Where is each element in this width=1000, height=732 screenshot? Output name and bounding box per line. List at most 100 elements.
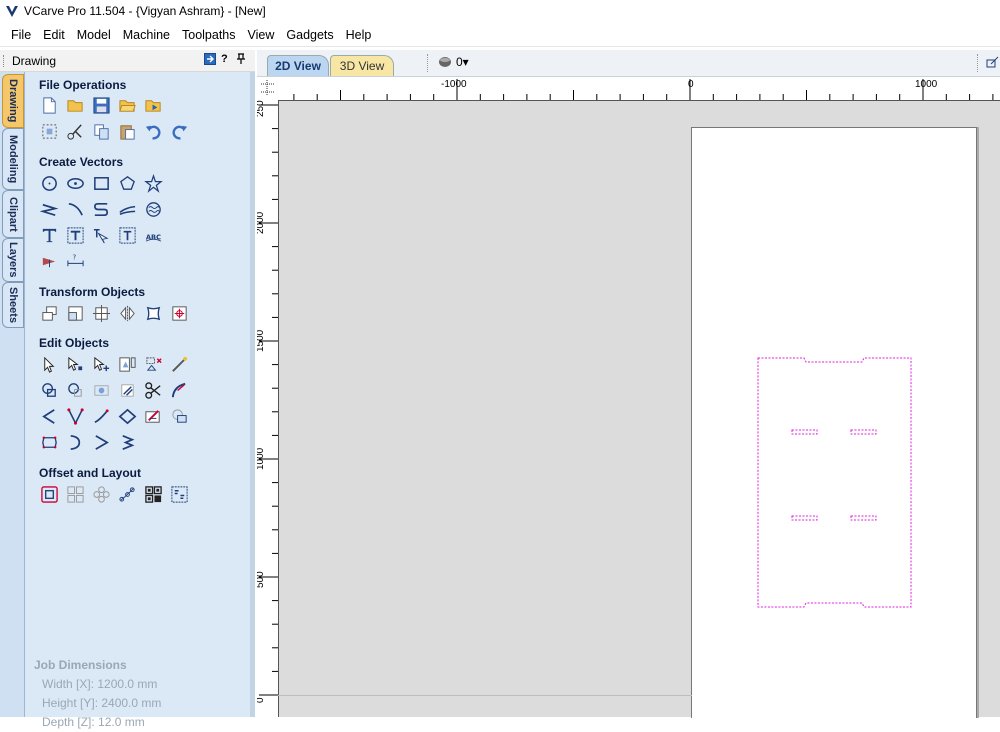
menu-file[interactable]: File — [0, 28, 37, 42]
center-icon[interactable] — [169, 303, 190, 324]
vector-slot-2[interactable] — [850, 429, 877, 435]
menu-help[interactable]: Help — [340, 28, 378, 42]
tab-modeling[interactable]: Modeling — [2, 128, 24, 190]
tab-2d-view[interactable]: 2D View — [267, 55, 329, 76]
bend-icon[interactable] — [117, 406, 138, 427]
undo-icon[interactable] — [143, 121, 164, 142]
circle-icon[interactable] — [39, 173, 60, 194]
trim-icon[interactable] — [117, 380, 138, 401]
intersect-icon[interactable] — [91, 380, 112, 401]
vector-outline[interactable] — [757, 357, 912, 608]
edit-objects-row-3 — [39, 406, 190, 427]
join-icon[interactable] — [39, 432, 60, 453]
measure-icon[interactable]: ? — [65, 251, 86, 272]
polyline-icon[interactable] — [39, 199, 60, 220]
snap-tool-icon[interactable] — [985, 55, 999, 72]
vector-slot-4[interactable] — [850, 515, 877, 521]
menu-gadgets[interactable]: Gadgets — [280, 28, 339, 42]
select-icon[interactable] — [39, 354, 60, 375]
star-icon[interactable] — [143, 173, 164, 194]
tab-sheets[interactable]: Sheets — [2, 282, 24, 328]
new-file-icon[interactable] — [39, 95, 60, 116]
save-icon[interactable] — [91, 95, 112, 116]
spline-icon[interactable] — [117, 199, 138, 220]
extend-icon[interactable] — [91, 406, 112, 427]
text-icon[interactable] — [39, 225, 60, 246]
polygon-icon[interactable] — [117, 173, 138, 194]
ungroup-icon[interactable] — [143, 354, 164, 375]
open-file-icon[interactable] — [65, 95, 86, 116]
close-vectors-icon[interactable] — [169, 406, 190, 427]
subtract-icon[interactable] — [65, 380, 86, 401]
wave-icon[interactable] — [143, 199, 164, 220]
panel-dock-icon[interactable] — [204, 53, 216, 68]
text-on-curve-icon[interactable] — [91, 225, 112, 246]
arrow-icon[interactable] — [65, 432, 86, 453]
align-icon[interactable] — [91, 303, 112, 324]
job-dimensions: Job Dimensions Width [X]: 1200.0 mm Heig… — [34, 656, 161, 732]
job-depth: Depth [Z]: 12.0 mm — [42, 715, 145, 729]
ellipse-icon[interactable] — [65, 173, 86, 194]
tab-drawing[interactable]: Drawing — [2, 74, 24, 128]
circular-array-icon[interactable] — [91, 484, 112, 505]
menu-toolpaths[interactable]: Toolpaths — [176, 28, 242, 42]
create-vectors-row-1 — [39, 173, 164, 194]
ruler-corner[interactable] — [257, 77, 279, 101]
menu-view[interactable]: View — [242, 28, 281, 42]
import-icon[interactable] — [143, 95, 164, 116]
tab-clipart[interactable]: Clipart — [2, 190, 24, 238]
array-copy-icon[interactable] — [65, 484, 86, 505]
panel-help-button[interactable]: ? — [221, 53, 228, 65]
mirror-icon[interactable] — [117, 303, 138, 324]
scale-icon[interactable] — [65, 303, 86, 324]
vector-drawing[interactable] — [750, 350, 920, 615]
text-box-icon[interactable] — [65, 225, 86, 246]
group-icon[interactable] — [117, 354, 138, 375]
v-ruler-label-500: 500 — [257, 571, 266, 588]
offset-vector-icon[interactable] — [39, 484, 60, 505]
app-logo-icon — [4, 3, 20, 19]
dimension-icon[interactable] — [39, 251, 60, 272]
redo-icon[interactable] — [169, 121, 190, 142]
transform-select-icon[interactable] — [91, 354, 112, 375]
path-copy-icon[interactable] — [117, 484, 138, 505]
canvas-origin-line — [278, 695, 692, 696]
copy-icon[interactable] — [91, 121, 112, 142]
move-icon[interactable] — [39, 303, 60, 324]
label-layout-icon[interactable] — [169, 484, 190, 505]
curve-icon[interactable] — [91, 199, 112, 220]
paste-icon[interactable] — [117, 121, 138, 142]
drag-vector-icon[interactable] — [143, 406, 164, 427]
node-edit-icon[interactable] — [65, 354, 86, 375]
nesting-icon[interactable] — [143, 484, 164, 505]
horizontal-ruler: -1000 0 1000 — [278, 77, 1000, 101]
rectangle-icon[interactable] — [91, 173, 112, 194]
panel-pin-button[interactable] — [236, 53, 246, 68]
chamfer-icon[interactable] — [65, 406, 86, 427]
offset-icon[interactable] — [117, 432, 138, 453]
panel-grip-icon[interactable] — [3, 55, 6, 67]
vector-slot-3[interactable] — [791, 515, 818, 521]
scissors-icon[interactable] — [143, 380, 164, 401]
text-abc-icon[interactable]: ABC — [143, 225, 164, 246]
tab-layers[interactable]: Layers — [2, 238, 24, 282]
select-all-icon[interactable] — [39, 121, 60, 142]
menu-model[interactable]: Model — [71, 28, 117, 42]
text-arc-icon[interactable] — [117, 225, 138, 246]
chevron-icon[interactable] — [91, 432, 112, 453]
distort-icon[interactable] — [143, 303, 164, 324]
tab-3d-view[interactable]: 3D View — [330, 55, 394, 76]
menu-machine[interactable]: Machine — [117, 28, 176, 42]
fillet-icon[interactable] — [39, 406, 60, 427]
vector-slot-1[interactable] — [791, 429, 818, 435]
smart-wand-icon[interactable] — [169, 354, 190, 375]
cut-icon[interactable] — [65, 121, 86, 142]
curve-fit-icon[interactable] — [169, 380, 190, 401]
layer-selector[interactable]: 0▾ — [438, 55, 469, 69]
weld-icon[interactable] — [39, 380, 60, 401]
panel-splitter[interactable] — [250, 72, 255, 717]
menu-edit[interactable]: Edit — [37, 28, 71, 42]
v-ruler-label-1500: 1500 — [257, 329, 266, 352]
open-folder-icon[interactable] — [117, 95, 138, 116]
arc-icon[interactable] — [65, 199, 86, 220]
